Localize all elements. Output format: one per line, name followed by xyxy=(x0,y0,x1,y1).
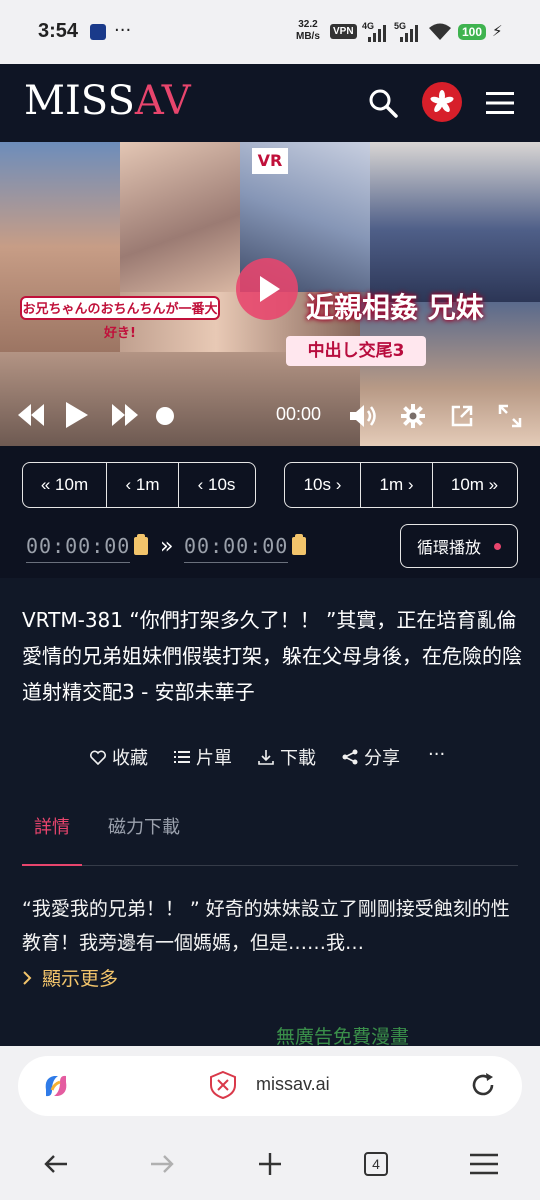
seek-forward-group: 10s › 1m › 10m » xyxy=(284,462,518,508)
vpn-badge: VPN xyxy=(330,24,357,39)
seek-forward-10m-button[interactable]: 10m » xyxy=(433,463,516,507)
cover-banner-left: お兄ちゃんのおちんちんが一番大好き! xyxy=(20,296,220,341)
fullscreen-icon[interactable] xyxy=(498,404,522,428)
tab-details[interactable]: 詳情 xyxy=(22,816,82,866)
address-bar[interactable]: missav.ai xyxy=(18,1056,522,1116)
thumbnail-panel xyxy=(370,142,540,302)
heart-icon xyxy=(90,750,106,765)
reload-icon[interactable] xyxy=(468,1070,498,1100)
cover-banner-sub: 中出し交尾3 xyxy=(286,336,426,366)
language-flag-button[interactable] xyxy=(422,82,462,122)
action-bar: 收藏 片單 下載 分享 ··· xyxy=(0,744,540,774)
fast-forward-icon[interactable] xyxy=(112,404,138,426)
browser-address-area: missav.ai xyxy=(0,1046,540,1130)
new-tab-button[interactable] xyxy=(250,1146,290,1182)
seek-back-1m-button[interactable]: ‹ 1m xyxy=(107,463,179,507)
progress-scrubber[interactable] xyxy=(156,407,174,425)
tab-count: 4 xyxy=(364,1152,388,1176)
menu-icon xyxy=(470,1153,498,1175)
seek-back-10s-button[interactable]: ‹ 10s xyxy=(179,463,254,507)
loop-play-button[interactable]: 循環播放 xyxy=(400,524,518,568)
ad-link[interactable]: 無廣告免費漫畫 xyxy=(276,1022,409,1049)
double-chevron-icon: » xyxy=(160,534,174,559)
playlist-button[interactable]: 片單 xyxy=(174,744,232,770)
forward-button[interactable] xyxy=(142,1146,182,1182)
url-text[interactable]: missav.ai xyxy=(256,1074,330,1095)
loop-start-input[interactable]: 00:00:00 xyxy=(26,534,131,563)
tab-magnet-download[interactable]: 磁力下載 xyxy=(96,816,192,866)
share-icon xyxy=(342,749,358,765)
seek-forward-1m-button[interactable]: 1m › xyxy=(361,463,433,507)
search-icon[interactable] xyxy=(368,88,398,118)
video-title: VRTM-381 “你們打架多久了！！ ”其實，正在培育亂倫愛情的兄弟姐妹們假裝… xyxy=(22,608,522,704)
copilot-icon[interactable] xyxy=(40,1070,72,1102)
video-details: VRTM-381 “你們打架多久了！！ ”其實，正在培育亂倫愛情的兄弟姐妹們假裝… xyxy=(0,578,540,1048)
list-icon xyxy=(174,751,190,763)
charging-icon: ⚡ xyxy=(492,22,503,40)
battery-indicator: 100 xyxy=(458,24,487,40)
back-button[interactable] xyxy=(36,1146,76,1182)
current-time: 00:00 xyxy=(276,404,322,424)
clipboard-icon[interactable] xyxy=(292,534,306,555)
more-notifications-icon: ··· xyxy=(114,20,132,41)
volume-icon[interactable] xyxy=(350,404,378,428)
chevron-right-icon xyxy=(23,970,32,985)
tabs-button[interactable]: 4 xyxy=(356,1146,396,1182)
status-time: 3:54 xyxy=(38,20,79,42)
seek-forward-10s-button[interactable]: 10s › xyxy=(285,463,361,507)
back-arrow-icon xyxy=(44,1155,67,1173)
play-icon[interactable] xyxy=(66,402,88,428)
download-button[interactable]: 下載 xyxy=(258,744,316,770)
signal-bars-icon xyxy=(368,24,386,42)
status-bar: 3:54 ··· 32.2 MB/s VPN 4G 5G 100 ⚡ xyxy=(0,0,540,64)
detail-tabs: 詳情 磁力下載 xyxy=(22,816,518,866)
thumbnail-panel xyxy=(120,142,240,292)
hong-kong-flag-icon xyxy=(430,90,454,113)
thumbnail-panel xyxy=(0,352,360,446)
more-options-button[interactable]: ··· xyxy=(428,744,445,765)
loop-status-dot xyxy=(494,543,501,550)
loop-play-label: 循環播放 xyxy=(417,538,482,557)
wifi-icon xyxy=(429,23,451,40)
cover-banner-right: 近親相姦 兄妹 xyxy=(306,291,484,324)
clipboard-icon[interactable] xyxy=(134,534,148,555)
seek-back-group: « 10m ‹ 1m ‹ 10s xyxy=(22,462,256,508)
vr-tag: VR xyxy=(252,148,288,174)
forward-arrow-icon xyxy=(151,1155,174,1173)
big-play-button[interactable] xyxy=(236,258,298,320)
browser-toolbar: 4 xyxy=(0,1130,540,1200)
hamburger-menu-icon[interactable] xyxy=(486,92,514,114)
browser-menu-button[interactable] xyxy=(464,1146,504,1182)
not-secure-shield-icon[interactable] xyxy=(208,1070,238,1100)
seek-back-10m-button[interactable]: « 10m xyxy=(23,463,107,507)
loop-end-input[interactable]: 00:00:00 xyxy=(184,534,289,563)
video-description: “我愛我的兄弟！！ ” 好奇的妹妹設立了剛剛接受蝕刻的性教育！我旁邊有一個媽媽，… xyxy=(22,898,510,954)
site-logo[interactable]: MISSAV xyxy=(24,78,191,124)
site-header: MISSAV xyxy=(0,64,540,142)
share-button[interactable]: 分享 xyxy=(342,744,400,770)
plus-icon xyxy=(259,1153,281,1175)
app-notification-icon xyxy=(90,24,106,40)
download-icon xyxy=(258,750,274,765)
signal-bars-icon-2 xyxy=(400,24,418,42)
show-more-button[interactable]: 顯示更多 xyxy=(22,964,118,991)
network-speed: 32.2 MB/s xyxy=(296,19,320,42)
video-player[interactable]: VR お兄ちゃんのおちんちんが一番大好き! 近親相姦 兄妹 中出し交尾3 00:… xyxy=(0,142,540,446)
settings-gear-icon[interactable] xyxy=(401,404,425,428)
external-link-icon[interactable] xyxy=(450,404,474,428)
favorite-button[interactable]: 收藏 xyxy=(90,744,148,770)
rewind-icon[interactable] xyxy=(18,404,44,426)
